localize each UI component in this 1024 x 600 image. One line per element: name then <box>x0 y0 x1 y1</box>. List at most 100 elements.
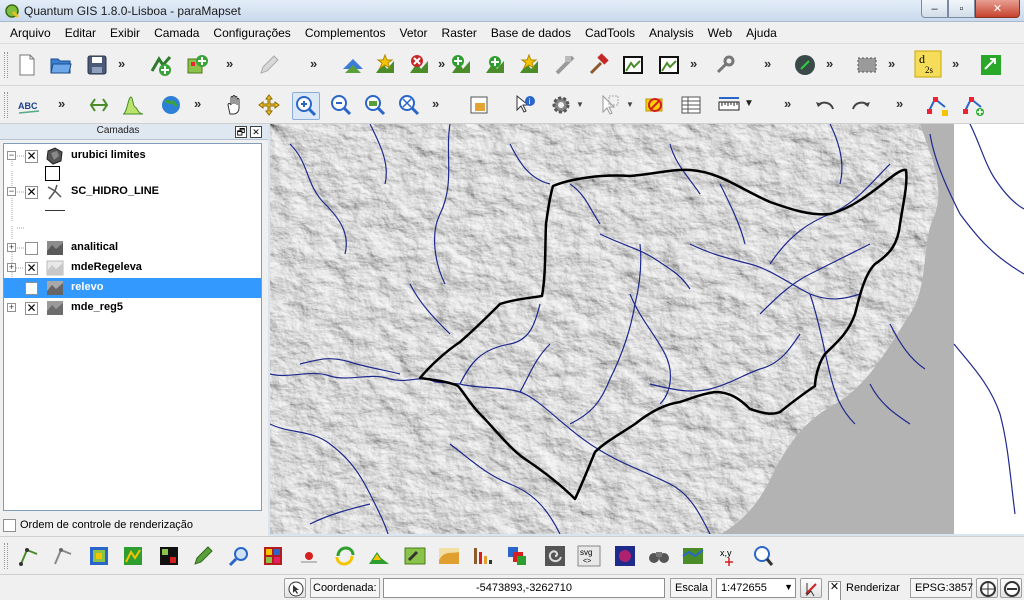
layer-row-sc-hidro-line[interactable]: − ✕ SC_HIDRO_LINE <box>4 182 261 202</box>
expander-icon[interactable]: + <box>7 243 16 252</box>
toolbar-overflow-icon[interactable]: » <box>952 56 959 71</box>
add-raster-layer-button[interactable] <box>184 52 210 78</box>
action-gear-button[interactable] <box>548 92 574 118</box>
pan-to-selection-button[interactable] <box>256 92 282 118</box>
green-plugin-button[interactable] <box>978 52 1004 78</box>
histogram-button[interactable] <box>120 92 146 118</box>
layer-row-urubici-limites[interactable]: − ✕ urubici limites <box>4 146 261 166</box>
favorite-layer-button[interactable] <box>372 52 398 78</box>
zoom-in-button[interactable] <box>292 92 320 120</box>
menu-camada[interactable]: Camada <box>147 23 206 43</box>
menu-cadtools[interactable]: CadTools <box>578 23 642 43</box>
menu-configuracoes[interactable]: Configurações <box>206 23 297 43</box>
layer-row-mderegeleva[interactable]: + ✕ mdeRegeleva <box>4 258 261 278</box>
zoom-plugin-button[interactable] <box>750 543 776 569</box>
raster-tool-1-button[interactable] <box>86 543 112 569</box>
dropdown-arrow-icon[interactable]: ▼ <box>744 98 754 109</box>
menu-vetor[interactable]: Vetor <box>393 23 435 43</box>
composer-button[interactable] <box>620 52 646 78</box>
layer-visibility-checkbox[interactable]: ✕ <box>25 302 38 315</box>
profile-tool-button[interactable] <box>436 543 462 569</box>
plugins-manager-button[interactable] <box>712 52 738 78</box>
menu-analysis[interactable]: Analysis <box>642 23 701 43</box>
remove-layer-button[interactable] <box>406 52 432 78</box>
undo-button[interactable] <box>812 92 838 118</box>
layer-visibility-checkbox[interactable] <box>25 242 38 255</box>
render-checkbox[interactable]: ✕ <box>828 581 841 600</box>
add-vector-layer-button[interactable] <box>148 52 174 78</box>
zoom-full-button[interactable] <box>362 92 388 118</box>
bar-chart-tool-button[interactable] <box>470 543 496 569</box>
save-project-button[interactable] <box>84 52 110 78</box>
deselect-button[interactable] <box>642 92 668 118</box>
new-project-button[interactable] <box>14 52 40 78</box>
messages-button[interactable] <box>1000 578 1022 598</box>
expander-icon[interactable]: + <box>7 263 16 272</box>
map-tool-button[interactable] <box>680 543 706 569</box>
coordinate-capture-button[interactable]: x,y <box>716 543 742 569</box>
minimize-button[interactable]: – <box>921 0 948 18</box>
scale-combobox[interactable]: 1:472655 ▼ <box>716 578 796 598</box>
toolbar-overflow-icon[interactable]: » <box>784 96 791 111</box>
layer-row-analitical[interactable]: + analitical <box>4 238 261 258</box>
pan-map-button[interactable] <box>222 92 248 118</box>
map-canvas[interactable] <box>270 124 1024 534</box>
close-button[interactable]: ✕ <box>975 0 1020 18</box>
dropdown-arrow-icon[interactable]: ▼ <box>576 100 584 109</box>
vector-tool-1-button[interactable] <box>16 543 42 569</box>
menu-exibir[interactable]: Exibir <box>103 23 147 43</box>
raster-tool-3-button[interactable] <box>156 543 182 569</box>
pencil-tool-button[interactable] <box>190 543 216 569</box>
toolbar-overflow-icon[interactable]: » <box>690 56 697 71</box>
add-node-button[interactable] <box>960 92 986 118</box>
attribute-table-button[interactable] <box>678 92 704 118</box>
plugin-tools-button[interactable] <box>586 52 612 78</box>
composer-manager-button[interactable] <box>656 52 682 78</box>
redo-button[interactable] <box>848 92 874 118</box>
stop-render-button[interactable] <box>800 578 822 598</box>
label-tool-button[interactable]: ABC <box>16 92 42 118</box>
toolbar-grip[interactable] <box>4 92 8 118</box>
coordinate-field[interactable]: -5473893,-3262710 <box>383 578 665 598</box>
select-features-button[interactable] <box>596 92 622 118</box>
terrain-tool-button[interactable] <box>366 543 392 569</box>
menu-web[interactable]: Web <box>701 23 739 43</box>
menu-complementos[interactable]: Complementos <box>298 23 393 43</box>
digitize-plus-button[interactable] <box>482 52 508 78</box>
toolbar-overflow-icon[interactable]: » <box>432 96 439 111</box>
close-panel-button[interactable]: ✕ <box>250 126 262 138</box>
toolbar-overflow-icon[interactable]: » <box>826 56 833 71</box>
toolbar-overflow-icon[interactable]: » <box>118 56 125 71</box>
layer-row-mde-reg5[interactable]: + ✕ mde_reg5 <box>4 298 261 318</box>
toolbar-grip[interactable] <box>4 543 8 569</box>
d2s-plugin-button[interactable]: d 2s <box>914 50 942 78</box>
maximize-button[interactable]: ▫ <box>948 0 975 18</box>
layer-visibility-checkbox[interactable]: ✕ <box>25 262 38 275</box>
brush-tool-button[interactable] <box>402 543 428 569</box>
zoom-selection-button[interactable] <box>396 92 422 118</box>
expander-icon[interactable]: − <box>7 187 16 196</box>
compass-button[interactable] <box>792 52 818 78</box>
gps-tool-button[interactable] <box>552 52 578 78</box>
menu-ajuda[interactable]: Ajuda <box>739 23 784 43</box>
toolbar-overflow-icon[interactable]: » <box>896 96 903 111</box>
spiral-tool-button[interactable] <box>542 543 568 569</box>
float-panel-button[interactable]: 🗗 <box>235 126 247 138</box>
digitize-add-button[interactable] <box>448 52 474 78</box>
expander-icon[interactable]: − <box>7 151 16 160</box>
scale-dropdown-icon[interactable]: ▼ <box>784 582 793 592</box>
binoculars-tool-button[interactable] <box>646 543 672 569</box>
toolbar-overflow-icon[interactable]: » <box>438 56 445 71</box>
colors-tool-button[interactable] <box>260 543 286 569</box>
selection-extent-button[interactable] <box>854 52 880 78</box>
layer-row-relevo[interactable]: relevo <box>4 278 261 298</box>
toolbar-overflow-icon[interactable]: » <box>226 56 233 71</box>
identify-button[interactable]: i <box>512 92 538 118</box>
menu-raster[interactable]: Raster <box>435 23 484 43</box>
projection-button[interactable] <box>976 578 998 598</box>
dropdown-arrow-icon[interactable]: ▼ <box>626 100 634 109</box>
toolbar-grip[interactable] <box>4 52 8 78</box>
menu-base-de-dados[interactable]: Base de dados <box>484 23 578 43</box>
zoom-out-button[interactable] <box>328 92 354 118</box>
magnifier-tool-button[interactable] <box>226 543 252 569</box>
